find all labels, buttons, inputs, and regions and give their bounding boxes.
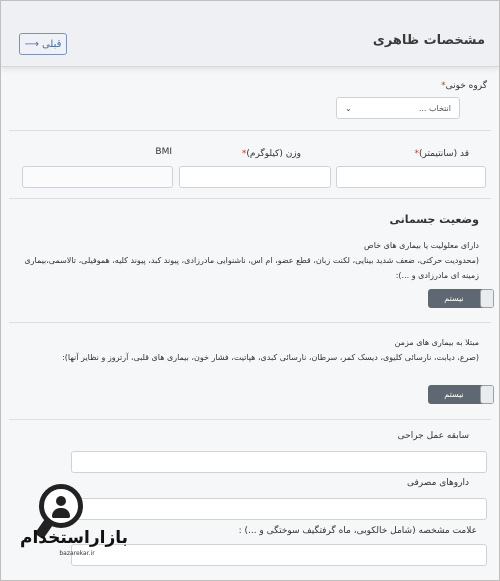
distinctive-mark-label: علامت مشخصه (شامل خالکوبی، ماه گرفتگیف س… xyxy=(238,526,477,536)
person-icon xyxy=(56,496,66,506)
watermark-logo: بازاراستخدام bazarekar.ir xyxy=(9,484,139,574)
surgery-input[interactable] xyxy=(71,451,487,473)
disability-description: (محدودیت حرکتی، ضعف شدید بینایی، لکنت زب… xyxy=(24,256,479,280)
blood-group-label: گروه خونی* xyxy=(441,81,487,91)
back-button[interactable]: قبلی ⟶ xyxy=(19,33,67,55)
blood-group-selected: انتخاب ... xyxy=(418,103,451,113)
form-window: مشخصات ظاهری قبلی ⟶ گروه خونی* انتخاب ..… xyxy=(0,0,500,581)
header-bar: مشخصات ظاهری قبلی ⟶ xyxy=(1,1,499,67)
watermark-subtext: bazarekar.ir xyxy=(59,550,95,557)
toggle-knob xyxy=(480,385,494,404)
toggle-label: نیستم xyxy=(444,294,464,303)
chronic-block: مبتلا به بیماری های مزمن (صرع، دیابت، نا… xyxy=(19,335,479,365)
arrow-right-icon: ⟶ xyxy=(24,38,39,50)
divider xyxy=(9,322,491,323)
back-button-label: قبلی xyxy=(41,38,62,50)
chronic-description: (صرع، دیابت، نارسائی کلیوی، دیسک کمر، سر… xyxy=(62,353,479,362)
toggle-label: نیستم xyxy=(444,390,464,399)
chronic-heading: مبتلا به بیماری های مزمن xyxy=(394,338,479,347)
blood-group-select[interactable]: انتخاب ... ⌄ xyxy=(336,97,460,119)
bmi-label: BMI xyxy=(155,147,172,157)
watermark-text: بازاراستخدام xyxy=(19,528,128,548)
height-input[interactable] xyxy=(336,166,486,188)
medications-label: داروهای مصرفی xyxy=(407,478,469,488)
surgery-label: سابقه عمل جراحی xyxy=(397,431,469,441)
bmi-input[interactable] xyxy=(22,166,173,188)
page-title: مشخصات ظاهری xyxy=(372,33,485,48)
weight-input[interactable] xyxy=(179,166,331,188)
disability-toggle[interactable]: نیستم xyxy=(428,289,494,308)
toggle-knob xyxy=(480,289,494,308)
divider xyxy=(9,130,491,131)
disability-heading: دارای معلولیت یا بیماری های خاص xyxy=(364,241,479,250)
height-label: قد (سانتیمتر)* xyxy=(414,149,469,159)
person-body xyxy=(52,508,70,518)
chronic-toggle[interactable]: نیستم xyxy=(428,385,494,404)
physical-status-title: وضعیت جسمانی xyxy=(389,213,479,226)
weight-label-text: وزن (کیلوگرم) xyxy=(246,149,301,159)
height-label-text: قد (سانتیمتر) xyxy=(418,149,469,159)
disability-block: دارای معلولیت یا بیماری های خاص (محدودیت… xyxy=(19,238,479,283)
divider xyxy=(9,198,491,199)
divider xyxy=(9,419,491,420)
weight-label: وزن (کیلوگرم)* xyxy=(242,149,301,159)
blood-group-label-text: گروه خونی xyxy=(445,81,487,91)
chevron-down-icon: ⌄ xyxy=(345,103,352,113)
